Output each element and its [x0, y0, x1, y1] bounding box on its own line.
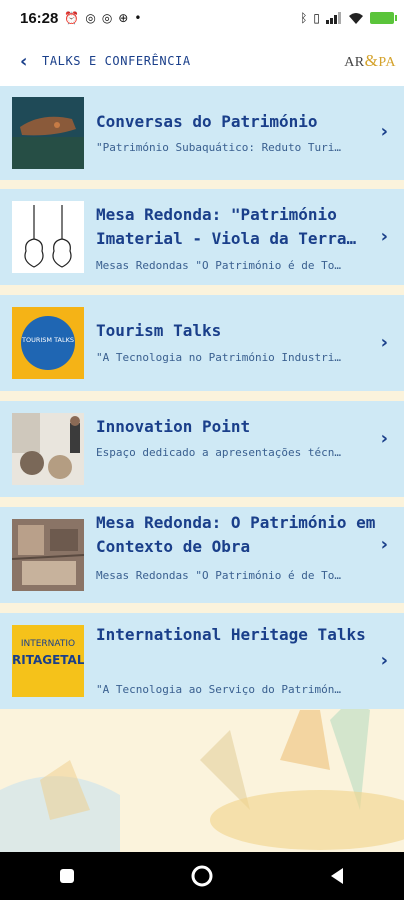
item-thumbnail: [12, 519, 84, 591]
chevron-right-icon: ›: [380, 534, 388, 555]
logo-text-left: AR: [344, 55, 365, 70]
battery-icon: [370, 12, 397, 24]
bluetooth-icon: ᛒ: [300, 11, 308, 25]
alarm-icon: ⏰: [64, 11, 80, 25]
item-subtitle: "Património Subaquático: Reduto Turi…: [96, 141, 342, 154]
item-title: Conversas do Património: [96, 112, 318, 131]
signal-icon: [326, 12, 341, 24]
whatsapp-icon: ◎: [101, 11, 113, 25]
item-subtitle: Espaço dedicado a apresentações técn…: [96, 446, 342, 459]
list-item[interactable]: TOURISM TALKS Tourism Talks "A Tecnologi…: [0, 295, 404, 391]
item-title: Innovation Point: [96, 417, 251, 436]
wifi-icon: [349, 13, 363, 24]
back-arrow-icon[interactable]: ‹: [20, 51, 38, 72]
vibrate-icon: ▯: [313, 11, 320, 25]
item-subtitle: Mesas Redondas "O Património é de To…: [96, 569, 342, 582]
list-item[interactable]: Mesa Redonda: "Património Imaterial - Vi…: [0, 189, 404, 285]
game-icon: ⊕: [118, 11, 129, 25]
circle-icon: [191, 865, 213, 887]
recents-button[interactable]: [37, 852, 97, 900]
list-item[interactable]: Innovation Point Espaço dedicado a apres…: [0, 401, 404, 497]
list-item[interactable]: Mesa Redonda: O Património em Contexto d…: [0, 507, 404, 603]
item-subtitle: "A Tecnologia ao Serviço do Patrimón…: [96, 683, 342, 696]
chevron-right-icon: ›: [380, 650, 388, 671]
thumb-label-top: INTERNATIO: [20, 639, 76, 649]
item-thumbnail: [12, 97, 84, 169]
arpa-logo: AR&PA: [344, 51, 396, 71]
back-triangle-icon: [330, 868, 343, 884]
chevron-right-icon: ›: [380, 332, 388, 353]
home-button[interactable]: [172, 852, 232, 900]
item-title: International Heritage Talks: [96, 625, 366, 644]
notification-dot: •: [134, 11, 142, 25]
page-title: TALKS E CONFERÊNCIA: [42, 54, 191, 68]
logo-text-right: PA: [378, 55, 396, 70]
system-nav-bar: [0, 852, 404, 900]
status-bar: 16:28 ⏰ ◎ ◎ ⊕ • ᛒ ▯: [0, 0, 404, 36]
item-title: Tourism Talks: [96, 321, 222, 340]
item-subtitle: "A Tecnologia no Património Industri…: [96, 351, 342, 364]
chevron-right-icon: ›: [380, 121, 388, 142]
item-title: Mesa Redonda: "Património Imaterial - Vi…: [96, 205, 357, 248]
list-item[interactable]: Conversas do Património "Património Suba…: [0, 86, 404, 180]
back-button[interactable]: [307, 852, 367, 900]
chevron-right-icon: ›: [380, 428, 388, 449]
background-illustration: [0, 700, 404, 852]
status-time: 16:28: [20, 9, 59, 27]
item-subtitle: Mesas Redondas "O Património é de To…: [96, 259, 342, 272]
list-item[interactable]: INTERNATIO RITAGETAL International Herit…: [0, 613, 404, 709]
thumb-label: TOURISM TALKS: [22, 336, 74, 344]
whatsapp-icon: ◎: [85, 11, 96, 25]
item-thumbnail: [12, 413, 84, 485]
item-title: Mesa Redonda: O Património em Contexto d…: [96, 513, 376, 556]
chevron-right-icon: ›: [380, 226, 388, 247]
item-thumbnail: [12, 201, 84, 273]
app-header: ‹ TALKS E CONFERÊNCIA AR&PA: [0, 36, 404, 86]
thumb-label-bottom: RITAGETAL: [12, 653, 84, 667]
logo-ampersand: &: [364, 51, 379, 70]
square-icon: [60, 869, 75, 883]
